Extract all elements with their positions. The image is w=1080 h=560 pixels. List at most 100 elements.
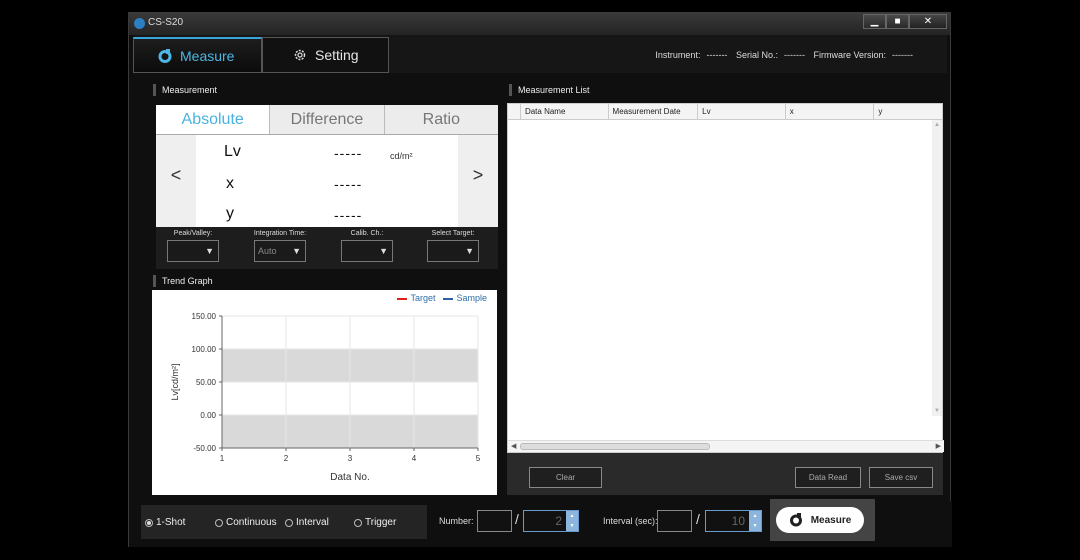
list-header-spacer [508, 104, 520, 119]
lv-label: Lv [224, 143, 241, 160]
data-read-button[interactable]: Data Read [795, 467, 861, 488]
spin-icon[interactable]: ▲ ▼ [749, 511, 761, 531]
number-current-field[interactable] [477, 510, 512, 532]
bottom-toolbar: 1-Shot Continuous Interval Trigger Numbe… [129, 499, 952, 547]
col-data-name[interactable]: Data Name [519, 104, 608, 119]
calib-ch-select[interactable]: ▼ [341, 240, 393, 262]
prev-page-button[interactable]: < [156, 135, 196, 227]
x-tick-label: 5 [476, 454, 481, 463]
instrument-info: Instrument: ------- Serial No.: ------- Fi… [655, 50, 919, 60]
y-tick-label: 100.00 [192, 345, 217, 354]
interval-current-field[interactable] [657, 510, 692, 532]
select-target-select[interactable]: ▼ [427, 240, 479, 262]
scroll-up-icon[interactable]: ▲ [932, 122, 942, 128]
measurement-values: < > Lv ----- cd/m² x ----- y ----- [156, 135, 498, 227]
interval-value: 10 [731, 514, 745, 528]
gear-icon [294, 49, 306, 61]
maximize-button[interactable]: ■ [886, 14, 909, 29]
serial-value: ------- [783, 50, 805, 60]
select-target-combo: Select Target: ▼ [420, 230, 486, 262]
calib-ch-combo: Calib. Ch.: ▼ [334, 230, 400, 262]
measurement-panel: Absolute Difference Ratio < > Lv ----- c… [156, 105, 498, 227]
tab-setting-label: Setting [315, 47, 359, 63]
firmware-label: Firmware Version: [813, 50, 887, 60]
radio-trigger[interactable]: Trigger [354, 517, 396, 528]
save-csv-button[interactable]: Save csv [869, 467, 933, 488]
scroll-down-icon[interactable]: ▼ [932, 408, 942, 414]
clear-button[interactable]: Clear [529, 467, 602, 488]
mode-tabs: Absolute Difference Ratio [156, 105, 498, 135]
interval-slash: / [696, 511, 700, 527]
col-lv[interactable]: Lv [697, 104, 785, 119]
chart-legend: Target Sample [397, 293, 487, 303]
close-button[interactable]: ✕ [909, 14, 947, 29]
measurement-options: Peak/Valley: ▼ Integration Time: Auto ▼ C… [156, 227, 498, 269]
trend-chart: 150.00 100.00 50.00 0.00 -50.00 1 2 3 4 5 Data No.… [170, 312, 481, 483]
screen-frame: CS-S20 ▁ ■ ✕ Measure Setting Instrument:… [0, 0, 1080, 560]
radio-icon [215, 518, 223, 527]
chevron-down-icon: ▼ [292, 246, 301, 256]
radio-1-shot[interactable]: 1-Shot [145, 517, 185, 528]
lv-value: ----- [334, 145, 363, 161]
peak-valley-label: Peak/Valley: [173, 230, 213, 237]
tab-difference[interactable]: Difference [270, 105, 385, 134]
legend-target: Target [397, 293, 435, 303]
radio-icon [354, 518, 362, 527]
trend-graph: Target Sample 150.00 100.00 50.00 0.00 -50.0… [152, 290, 497, 495]
x-label: x [226, 175, 234, 192]
integration-time-select[interactable]: Auto ▼ [254, 240, 306, 262]
radio-selected-icon [145, 518, 153, 527]
interval-label: Interval (sec): [603, 516, 658, 526]
y-axis-label: Lv[cd/m²] [170, 363, 180, 400]
radio-interval[interactable]: Interval [285, 517, 329, 528]
y-tick-label: 150.00 [192, 312, 217, 321]
list-section-title: Measurement List [509, 84, 590, 96]
list-vertical-scrollbar[interactable]: ▲ ▼ [932, 120, 942, 416]
x-tick-label: 2 [284, 454, 289, 463]
measurement-section-title: Measurement [153, 84, 217, 96]
peak-valley-combo: Peak/Valley: ▼ [160, 230, 226, 262]
tab-absolute[interactable]: Absolute [156, 105, 271, 134]
select-target-label: Select Target: [431, 230, 475, 237]
chevron-down-icon: ▼ [465, 246, 474, 256]
title-bar: CS-S20 ▁ ■ ✕ [129, 13, 950, 35]
radio-icon [285, 518, 293, 527]
scroll-right-icon[interactable]: ▶ [936, 442, 941, 450]
measure-button[interactable]: Measure [776, 507, 864, 533]
tab-setting[interactable]: Setting [262, 37, 389, 73]
measure-icon [158, 48, 172, 63]
app-window: CS-S20 ▁ ■ ✕ Measure Setting Instrument:… [128, 12, 952, 547]
legend-sample-swatch [443, 297, 454, 300]
y-tick-label: 0.00 [200, 411, 216, 420]
measure-mode-group: 1-Shot Continuous Interval Trigger [141, 505, 427, 539]
x-axis-label: Data No. [330, 472, 369, 483]
tab-ratio[interactable]: Ratio [385, 105, 498, 134]
lv-unit: cd/m² [390, 151, 413, 161]
col-x[interactable]: x [784, 104, 874, 119]
list-horizontal-scrollbar[interactable]: ◀ ▶ [508, 440, 944, 452]
peak-valley-select[interactable]: ▼ [167, 240, 219, 262]
scroll-left-icon[interactable]: ◀ [511, 442, 516, 450]
number-slash: / [515, 511, 519, 527]
firmware-value: ------- [892, 50, 913, 60]
x-tick-label: 4 [412, 454, 417, 463]
spin-icon[interactable]: ▲ ▼ [566, 511, 578, 531]
x-tick-label: 3 [348, 454, 353, 463]
number-total-stepper[interactable]: 2 ▲ ▼ [523, 510, 579, 532]
window-title: CS-S20 [148, 17, 184, 28]
col-measurement-date[interactable]: Measurement Date [607, 104, 698, 119]
interval-stepper[interactable]: 10 ▲ ▼ [705, 510, 762, 532]
number-label: Number: [439, 516, 474, 526]
integration-time-label: Integration Time: [253, 230, 307, 237]
next-page-button[interactable]: > [458, 135, 498, 227]
trend-section-title: Trend Graph [153, 275, 213, 287]
chevron-down-icon: ▼ [379, 246, 388, 256]
radio-continuous[interactable]: Continuous [215, 517, 277, 528]
scroll-thumb[interactable] [520, 443, 710, 450]
list-buttons: Clear Data Read Save csv [507, 453, 943, 495]
main-tabbar: Measure Setting Instrument: ------- Seria… [133, 35, 947, 73]
tab-measure[interactable]: Measure [133, 37, 262, 73]
minimize-button[interactable]: ▁ [863, 14, 886, 29]
legend-sample: Sample [443, 293, 487, 303]
col-y[interactable]: y [873, 104, 942, 119]
